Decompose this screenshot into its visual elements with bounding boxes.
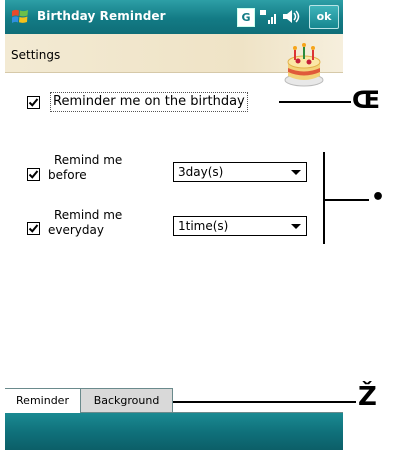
reminder-on-birthday-checkbox[interactable]	[27, 96, 40, 109]
checkmark-icon	[28, 98, 39, 107]
title-bar: Birthday Reminder G ok	[5, 0, 343, 34]
remind-before-label-line2: before	[48, 168, 87, 182]
chevron-down-icon[interactable]	[291, 224, 301, 229]
remind-everyday-label-line2: everyday	[48, 223, 104, 237]
callout-mark-1: Œ	[352, 86, 381, 114]
page-title: Settings	[11, 48, 61, 62]
remind-before-label: Remind me before	[48, 153, 122, 183]
callout-mark-3: Ž	[358, 382, 377, 412]
reminder-on-birthday-label[interactable]: Reminder me on the birthday	[50, 92, 248, 112]
callout-line-2	[325, 199, 369, 201]
remind-before-dropdown[interactable]: 3day(s)	[173, 162, 307, 182]
checkmark-icon	[28, 170, 39, 179]
remind-everyday-checkbox[interactable]	[27, 222, 40, 235]
callout-line-3	[173, 401, 356, 403]
callout-line-1	[279, 101, 351, 103]
callout-bracket	[323, 152, 325, 244]
remind-before-label-line1: Remind me	[54, 153, 123, 167]
tab-background[interactable]: Background	[81, 388, 173, 412]
checkmark-icon	[28, 224, 39, 233]
remind-everyday-value: 1time(s)	[178, 219, 229, 233]
ok-button[interactable]: ok	[309, 5, 339, 29]
remind-before-value: 3day(s)	[178, 165, 224, 179]
remind-everyday-label: Remind me everyday	[48, 208, 122, 238]
g-indicator[interactable]: G	[237, 8, 255, 27]
chevron-down-icon[interactable]	[291, 170, 301, 175]
callout-mark-2: •	[371, 185, 386, 210]
birthday-cake-icon	[284, 43, 324, 87]
device-screen: Birthday Reminder G ok Settings Reminder…	[5, 0, 343, 450]
remind-before-checkbox[interactable]	[27, 168, 40, 181]
tab-reminder[interactable]: Reminder	[5, 388, 81, 413]
windows-start-icon[interactable]	[10, 7, 30, 27]
menu-bar	[5, 413, 343, 450]
signal-icon[interactable]	[259, 8, 277, 25]
remind-everyday-dropdown[interactable]: 1time(s)	[173, 216, 307, 236]
app-title: Birthday Reminder	[37, 9, 166, 23]
volume-icon[interactable]	[281, 8, 303, 25]
remind-everyday-label-line1: Remind me	[54, 208, 123, 222]
